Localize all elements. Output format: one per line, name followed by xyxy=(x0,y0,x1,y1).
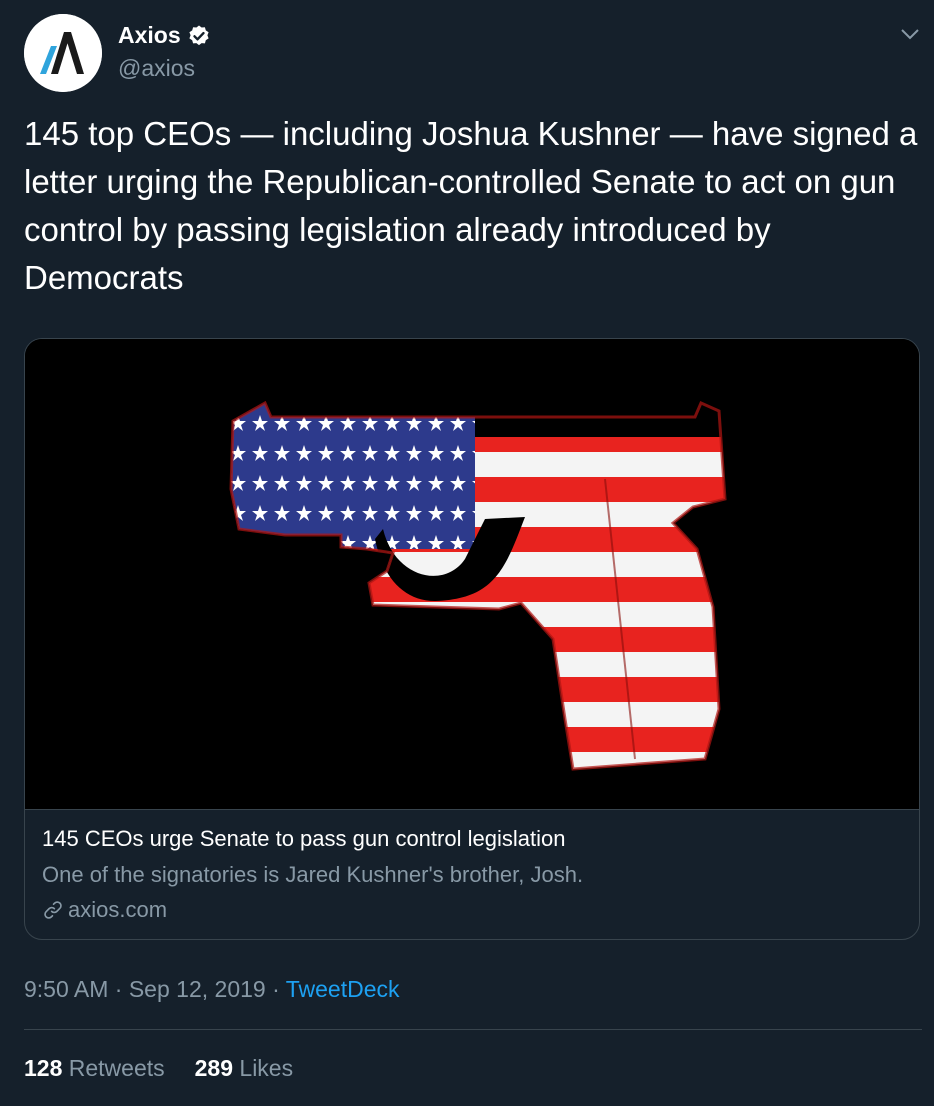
author-name[interactable]: Axios xyxy=(118,22,181,49)
author-handle[interactable]: @axios xyxy=(118,55,195,82)
tweet-stats: 128 Retweets 289 Likes xyxy=(24,1055,293,1082)
tweet-meta: 9:50 AM · Sep 12, 2019 · TweetDeck xyxy=(24,976,400,1003)
link-icon xyxy=(44,901,62,919)
tweet-time[interactable]: 9:50 AM xyxy=(24,976,108,1002)
retweets-stat[interactable]: 128 Retweets xyxy=(24,1055,165,1082)
tweet-date[interactable]: Sep 12, 2019 xyxy=(129,976,266,1002)
tweet-source-link[interactable]: TweetDeck xyxy=(286,976,400,1002)
likes-stat[interactable]: 289 Likes xyxy=(195,1055,293,1082)
meta-separator: · xyxy=(114,976,123,1002)
chevron-down-icon[interactable] xyxy=(898,24,922,44)
meta-separator: · xyxy=(272,976,280,1002)
avatar[interactable] xyxy=(24,14,102,92)
axios-logo-icon xyxy=(24,14,102,92)
verified-badge-icon xyxy=(189,25,209,45)
card-title[interactable]: 145 CEOs urge Senate to pass gun control… xyxy=(42,826,565,852)
tweet-text: 145 top CEOs — including Joshua Kushner … xyxy=(24,115,918,296)
divider xyxy=(24,1029,922,1030)
retweets-count: 128 xyxy=(24,1055,63,1081)
author-name-row[interactable]: Axios xyxy=(118,22,211,49)
likes-label: Likes xyxy=(239,1055,294,1081)
american-flag-pistol-image xyxy=(25,339,919,809)
card-description: One of the signatories is Jared Kushner'… xyxy=(42,862,584,887)
card-image[interactable] xyxy=(25,339,919,810)
likes-count: 289 xyxy=(194,1055,234,1081)
card-domain-row[interactable]: axios.com xyxy=(42,897,167,923)
retweets-label: Retweets xyxy=(68,1055,165,1081)
link-card[interactable]: 145 CEOs urge Senate to pass gun control… xyxy=(24,338,920,940)
card-domain[interactable]: axios.com xyxy=(68,897,167,923)
